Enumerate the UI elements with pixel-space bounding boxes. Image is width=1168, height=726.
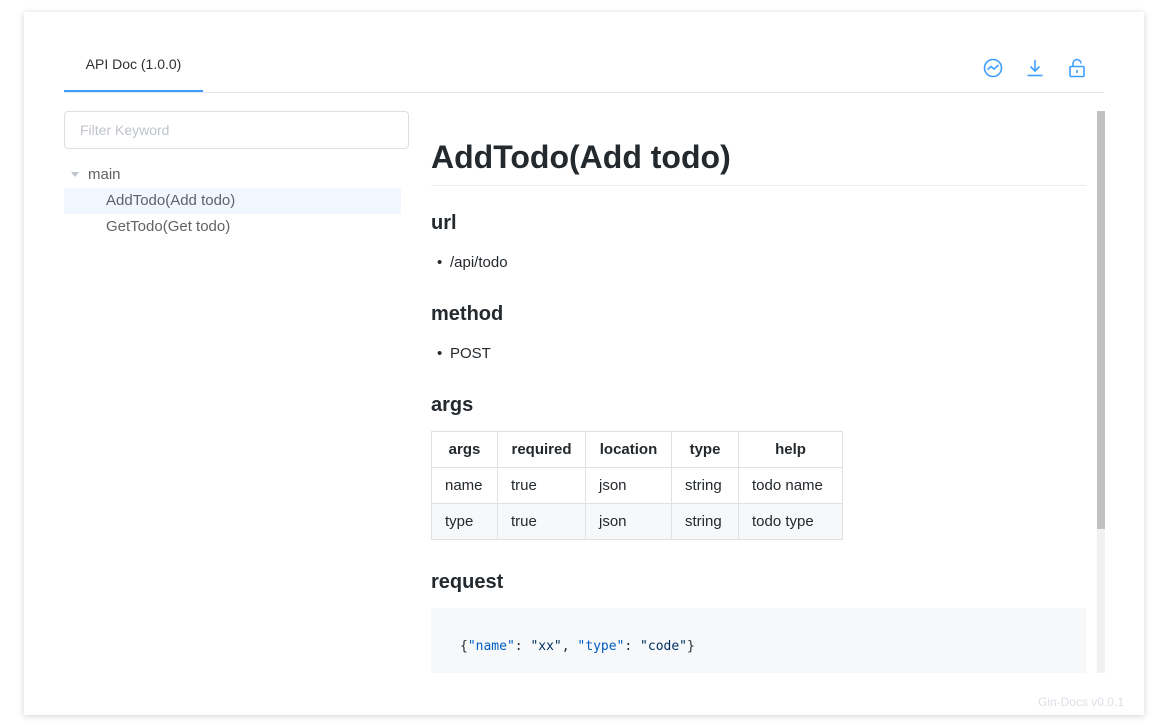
table-cell: todo type <box>738 503 843 540</box>
column-header: help <box>738 431 843 468</box>
table-cell: type <box>431 503 498 540</box>
unlock-icon[interactable] <box>1066 57 1088 79</box>
main-card: API Doc (1.0.0) main AddTodo(Add todo) G… <box>24 12 1144 715</box>
code-token: "xx" <box>530 639 562 654</box>
table-row: name true json string todo name <box>431 467 843 504</box>
code-token: "code" <box>640 639 688 654</box>
column-header: location <box>585 431 672 468</box>
code-token: , <box>561 639 578 654</box>
tree-node-main[interactable]: main <box>64 162 401 188</box>
tab-api-doc[interactable]: API Doc (1.0.0) <box>64 52 203 92</box>
download-icon[interactable] <box>1024 57 1046 79</box>
tab-bar: API Doc (1.0.0) <box>64 52 1104 93</box>
column-header: type <box>671 431 739 468</box>
code-token: "type" <box>577 639 625 654</box>
tree-node-label: AddTodo(Add todo) <box>106 192 236 209</box>
table-cell: string <box>671 467 739 504</box>
tree-node-addtodo[interactable]: AddTodo(Add todo) <box>64 188 401 214</box>
tab-label: API Doc (1.0.0) <box>85 56 182 72</box>
content-scrollbar[interactable] <box>1097 111 1105 673</box>
code-token: "name" <box>467 639 515 654</box>
args-table: args required location type help name tr… <box>431 431 843 540</box>
table-cell: true <box>497 467 586 504</box>
table-header-row: args required location type help <box>431 431 843 468</box>
request-code-block: {"name": "xx", "type": "code"} <box>431 608 1086 673</box>
tree-node-label: main <box>88 166 121 183</box>
toolbar <box>982 57 1088 79</box>
table-cell: json <box>585 467 672 504</box>
method-heading: method <box>431 303 504 325</box>
args-heading: args <box>431 394 474 416</box>
table-cell: true <box>497 503 586 540</box>
chart-icon[interactable] <box>982 57 1004 79</box>
scrollbar-thumb[interactable] <box>1097 111 1105 529</box>
code-token: : <box>624 639 641 654</box>
method-value: POST <box>437 344 491 364</box>
api-tree: main AddTodo(Add todo) GetTodo(Get todo) <box>64 162 401 240</box>
url-heading: url <box>431 212 457 234</box>
code-token: : <box>514 639 531 654</box>
doc-content: AddTodo(Add todo) url /api/todo method P… <box>431 111 1105 673</box>
code-token: { <box>460 639 468 654</box>
request-heading: request <box>431 571 504 593</box>
tree-node-gettodo[interactable]: GetTodo(Get todo) <box>64 214 401 240</box>
url-value: /api/todo <box>437 253 507 273</box>
table-cell: string <box>671 503 739 540</box>
table-cell: json <box>585 503 672 540</box>
code-token: } <box>687 639 695 654</box>
version-footer: Gin-Docs v0.0.1 <box>1037 695 1124 709</box>
column-header: required <box>497 431 586 468</box>
tree-node-label: GetTodo(Get todo) <box>106 218 231 235</box>
caret-down-icon[interactable] <box>71 172 79 177</box>
table-row: type true json string todo type <box>431 503 843 540</box>
doc-title: AddTodo(Add todo) <box>431 135 1086 186</box>
column-header: args <box>431 431 498 468</box>
table-cell: name <box>431 467 498 504</box>
table-cell: todo name <box>738 467 843 504</box>
filter-input[interactable] <box>64 111 409 149</box>
